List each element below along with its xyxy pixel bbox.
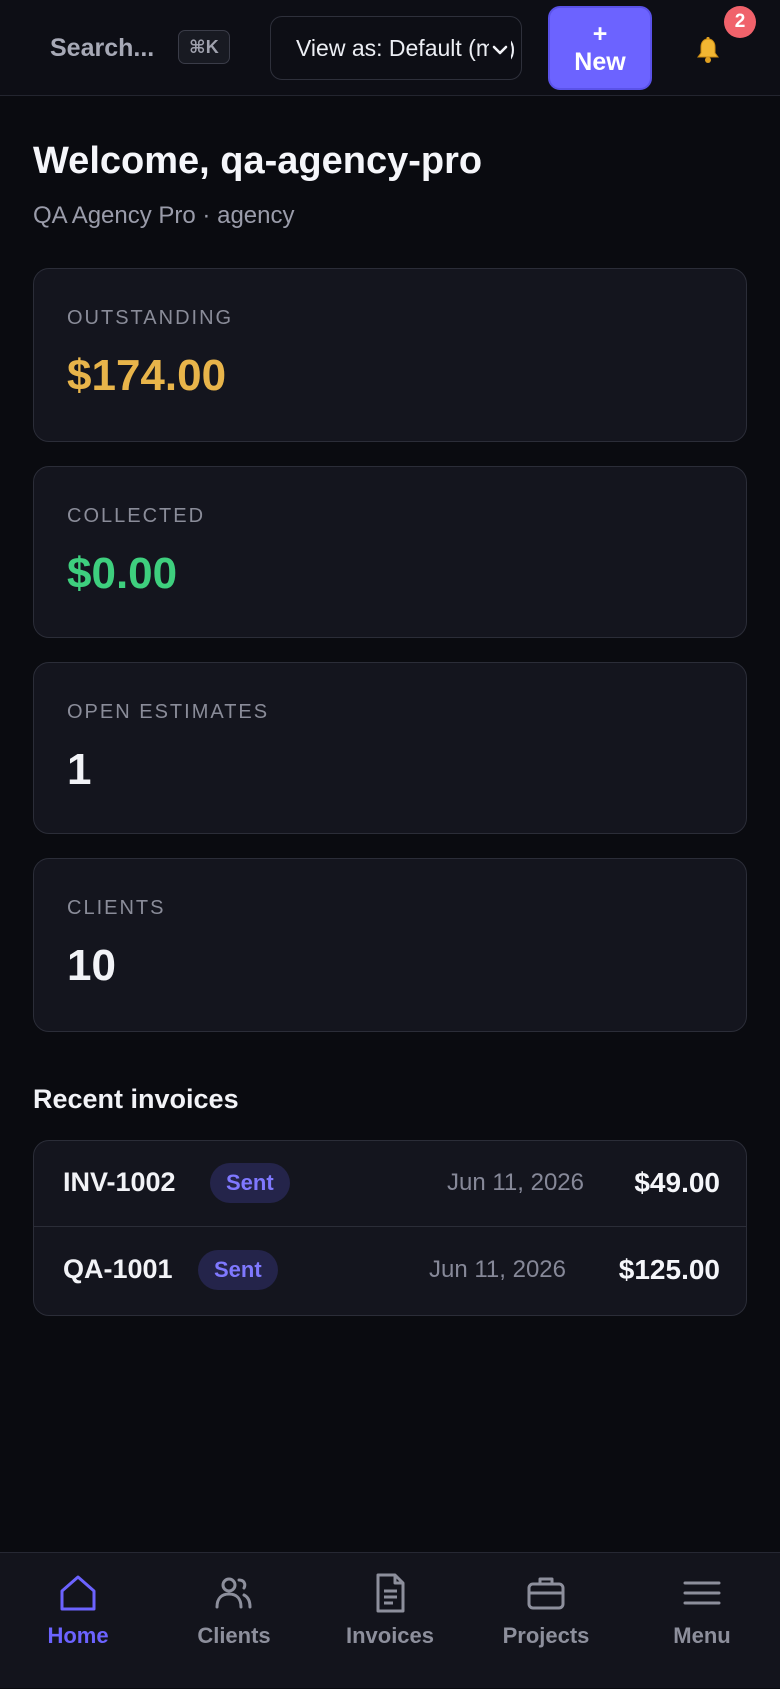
new-button[interactable]: + New [548,6,652,90]
stat-label: OUTSTANDING [67,307,234,329]
invoice-number: INV-1002 [63,1167,176,1197]
search-shortcut-badge: ⌘K [178,30,230,64]
status-badge: Sent [210,1163,290,1203]
stat-card-outstanding[interactable]: OUTSTANDING $174.00 [33,268,747,442]
new-button-label: New [574,48,626,76]
nav-item-invoices[interactable]: Invoices [312,1553,468,1689]
top-bar: Search... ⌘K View as: Default (me) + New… [0,0,780,96]
status-badge: Sent [198,1250,278,1290]
stat-value: 1 [67,745,92,794]
bottom-navigation: Home Clients Invoices Projects Menu [0,1552,780,1688]
stat-value: $174.00 [67,351,227,400]
invoice-number: QA-1001 [63,1254,173,1284]
stat-label: CLIENTS [67,897,166,919]
page-subtitle: QA Agency Pro · agency [33,202,295,229]
invoice-row[interactable]: QA-1001 Sent Jun 11, 2026 $125.00 [34,1228,746,1314]
stat-label: COLLECTED [67,505,206,527]
invoice-amount: $49.00 [634,1167,720,1198]
nav-label: Menu [673,1623,731,1648]
stat-card-clients[interactable]: CLIENTS 10 [33,858,747,1032]
nav-item-clients[interactable]: Clients [156,1553,312,1689]
home-icon [60,1575,96,1611]
briefcase-icon [527,1577,565,1610]
notifications-count-badge: 2 [724,6,756,38]
nav-label: Clients [197,1623,271,1648]
nav-item-home[interactable]: Home [0,1553,156,1689]
nav-label: Home [47,1623,109,1648]
chevron-down-icon [489,39,511,61]
nav-item-projects[interactable]: Projects [468,1553,624,1689]
nav-label: Projects [502,1623,590,1648]
nav-label: Invoices [345,1623,435,1648]
notifications-bell-icon[interactable] [688,30,728,70]
search-button[interactable]: Search... ⌘K [34,20,234,76]
search-label: Search... [50,33,155,62]
invoice-date: Jun 11, 2026 [429,1256,567,1283]
invoice-date: Jun 11, 2026 [447,1169,585,1196]
nav-item-menu[interactable]: Menu [624,1553,780,1689]
stat-card-collected[interactable]: COLLECTED $0.00 [33,466,747,638]
hamburger-menu-icon [683,1581,721,1605]
users-icon [215,1577,252,1609]
page-title: Welcome, qa-agency-pro [33,140,483,182]
stat-card-open-estimates[interactable]: OPEN ESTIMATES 1 [33,662,747,834]
stat-value: 10 [67,941,116,990]
view-as-select[interactable]: View as: Default (me) [270,16,522,80]
document-icon [376,1573,405,1613]
invoice-row[interactable]: INV-1002 Sent Jun 11, 2026 $49.00 [34,1141,746,1227]
stat-value: $0.00 [67,549,178,598]
recent-invoices-title: Recent invoices [33,1084,239,1114]
invoice-amount: $125.00 [618,1254,720,1285]
view-as-value: View as: Default (me) [296,34,516,61]
plus-icon: + [592,20,608,48]
recent-invoices-list: INV-1002 Sent Jun 11, 2026 $49.00 QA-100… [33,1140,747,1316]
stat-label: OPEN ESTIMATES [67,701,270,723]
